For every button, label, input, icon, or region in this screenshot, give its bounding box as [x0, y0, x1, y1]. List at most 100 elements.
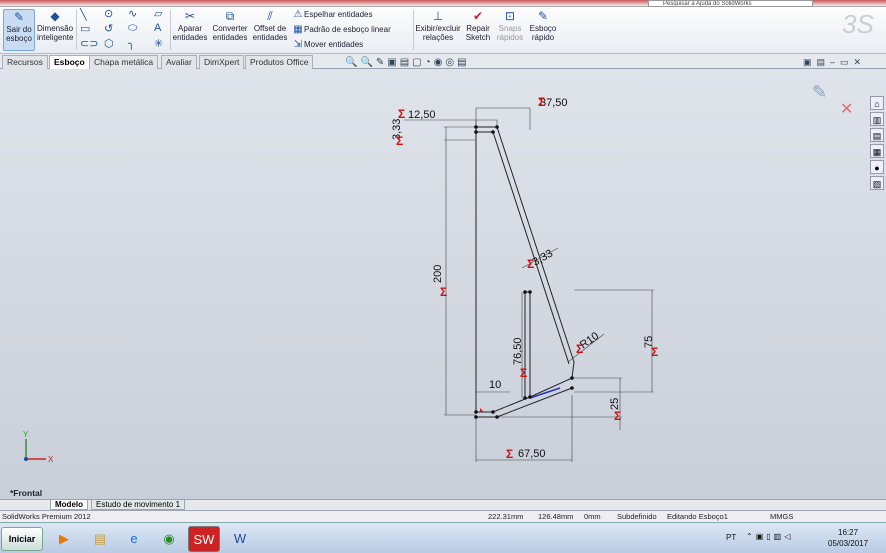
rapid-sketch-button[interactable]: ✎ Esboço rápido: [527, 9, 559, 42]
status-y: 126.48mm: [538, 512, 574, 521]
language-indicator[interactable]: PT: [726, 533, 736, 542]
status-editing: Editando Esboço1: [667, 512, 728, 521]
trim-label: Aparar entidades: [172, 24, 208, 42]
exit-sketch-label: Sair do esboço: [6, 25, 32, 43]
move-label: Mover entidades: [304, 40, 364, 49]
explorer-icon[interactable]: ▤: [84, 526, 116, 552]
tab-chapa-metalica[interactable]: Chapa metálica: [89, 55, 159, 69]
tab-avaliar[interactable]: Avaliar: [161, 55, 197, 69]
clock-date[interactable]: 05/03/2017: [828, 539, 868, 548]
arc-icon[interactable]: ↺: [104, 22, 113, 35]
slot-icon[interactable]: ⊂⊃: [80, 37, 98, 50]
convert-label: Converter entidades: [212, 24, 248, 42]
trim-entities-button[interactable]: ✂ Aparar entidades: [172, 9, 208, 42]
confirmation-corner[interactable]: ✎ ✕: [812, 82, 853, 118]
origin-triad: Y X: [23, 430, 54, 464]
line-icon[interactable]: ╲: [80, 8, 87, 21]
tab-dimxpert[interactable]: DimXpert: [199, 55, 245, 69]
convert-icon: ⧉: [225, 9, 235, 23]
svg-text:Σ: Σ: [506, 447, 513, 461]
svg-text:Σ: Σ: [440, 285, 447, 299]
plane-icon[interactable]: ▱: [154, 7, 162, 20]
mirror-label: Espelhar entidades: [304, 10, 373, 19]
convert-entities-button[interactable]: ⧉ Converter entidades: [210, 9, 250, 42]
view-palette-icon[interactable]: ▦: [870, 144, 884, 158]
tab-modelo[interactable]: Modelo: [50, 500, 88, 510]
mirror-entities-button[interactable]: ⚠ Espelhar entidades: [292, 8, 373, 22]
axis-y-label: Y: [23, 430, 29, 439]
start-label: Iniciar: [8, 534, 36, 544]
status-bar: SolidWorks Premium 2012 222.31mm 126.48m…: [0, 510, 886, 522]
solidworks-icon[interactable]: SW: [188, 526, 220, 552]
point-icon[interactable]: ✳: [154, 37, 163, 50]
offset-label: Offset de entidades: [252, 24, 288, 42]
cancel-sketch-corner-icon: ✕: [840, 101, 853, 118]
start-button[interactable]: Iniciar: [1, 527, 43, 551]
ie-icon[interactable]: e: [118, 526, 150, 552]
command-manager: ✎ Sair do esboço ◆ Dimensão inteligente …: [0, 7, 886, 54]
word-icon[interactable]: W: [224, 526, 256, 552]
dimension-labels: 37,50 12,50 3,33 200 3,33 R10 75 76,50 1…: [391, 97, 655, 460]
tray-icons[interactable]: ⌃▣▯▥◁: [746, 532, 793, 541]
help-search-input[interactable]: Pesquisar a Ajuda do SolidWorks: [648, 0, 813, 7]
status-z: 0mm: [584, 512, 601, 521]
offset-entities-button[interactable]: ⫽ Offset de entidades: [252, 9, 288, 42]
rapid-sketch-icon: ✎: [537, 9, 549, 23]
spline-icon[interactable]: ∿: [128, 7, 137, 20]
clock-time[interactable]: 16:27: [838, 528, 858, 537]
file-explorer-icon[interactable]: ▤: [870, 128, 884, 142]
linear-pattern-button[interactable]: ▦Padrão de esboço linear: [292, 23, 390, 37]
home-icon[interactable]: ⌂: [870, 96, 884, 110]
appearances-icon[interactable]: ●: [870, 160, 884, 174]
relations-icon: ⊥: [432, 9, 444, 23]
smart-dimension-icon: ◆: [50, 9, 60, 23]
repair-sketch-button[interactable]: ✔ Repair Sketch: [463, 9, 493, 42]
sketch-origin: [480, 408, 484, 412]
sketch-canvas[interactable]: 37,50 12,50 3,33 200 3,33 R10 75 76,50 1…: [0, 69, 886, 499]
svg-text:Σ: Σ: [576, 342, 583, 356]
model-tabs: Modelo Estudo de movimento 1: [0, 499, 886, 510]
svg-text:Σ: Σ: [538, 95, 545, 109]
move-entities-button[interactable]: ⇲ Mover entidades: [292, 38, 363, 52]
svg-text:Σ: Σ: [527, 257, 534, 271]
view-name: *Frontal: [10, 488, 43, 498]
ellipse-icon[interactable]: ⬭: [128, 22, 137, 35]
dim-76-50: 76,50: [512, 337, 524, 365]
exit-sketch-corner-icon: ✎: [812, 82, 827, 102]
units-selector[interactable]: MMGS: [770, 511, 793, 522]
system-tray: PT ⌃▣▯▥◁ 16:27 05/03/2017: [722, 527, 886, 551]
rapid-sketch-label: Esboço rápido: [529, 24, 557, 42]
move-icon: ⇲: [293, 39, 303, 50]
design-library-icon[interactable]: ▥: [870, 112, 884, 126]
exit-sketch-button[interactable]: ✎ Sair do esboço: [3, 9, 35, 51]
text-icon[interactable]: A: [154, 22, 161, 34]
repair-icon: ✔: [472, 9, 484, 23]
tab-esboco[interactable]: Esboço: [49, 55, 90, 69]
snaps-icon: ⊡: [504, 9, 516, 23]
display-relations-label: Exibir/excluir relações: [415, 24, 461, 42]
display-relations-button[interactable]: ⊥ Exibir/excluir relações: [415, 9, 461, 42]
window-controls[interactable]: ▣▤–▭✕: [803, 57, 866, 68]
fillet-icon[interactable]: ╮: [128, 37, 135, 50]
windows-taskbar: Iniciar ▶ ▤ e ◉ SW W PT ⌃▣▯▥◁ 16:27 05/0…: [0, 522, 886, 553]
heads-up-view-toolbar[interactable]: 🔍🔍✎▣▤▢◔◉◎▤: [345, 57, 470, 69]
custom-properties-icon[interactable]: ▧: [870, 176, 884, 190]
trim-icon: ✂: [184, 9, 196, 23]
circle-icon[interactable]: ⊙: [104, 7, 113, 20]
quick-snaps-button[interactable]: ⊡ Snaps rápidos: [495, 9, 525, 42]
media-player-icon[interactable]: ▶: [48, 526, 80, 552]
status-x: 222.31mm: [488, 512, 524, 521]
tab-motion-study[interactable]: Estudo de movimento 1: [91, 500, 186, 510]
snaps-label: Snaps rápidos: [496, 24, 524, 42]
rectangle-icon[interactable]: ▭: [80, 22, 90, 35]
tab-recursos[interactable]: Recursos: [2, 55, 48, 69]
offset-icon: ⫽: [267, 9, 273, 23]
tab-produtos-office[interactable]: Produtos Office: [245, 55, 314, 69]
chrome-icon[interactable]: ◉: [153, 526, 185, 552]
svg-text:Σ: Σ: [651, 345, 658, 359]
title-bar: Pesquisar a Ajuda do SolidWorks: [0, 0, 886, 7]
polygon-icon[interactable]: ⬡: [104, 37, 114, 50]
status-state: Subdefinido: [617, 512, 657, 521]
smart-dimension-button[interactable]: ◆ Dimensão inteligente: [37, 9, 73, 42]
graphics-area[interactable]: 37,50 12,50 3,33 200 3,33 R10 75 76,50 1…: [0, 69, 886, 499]
